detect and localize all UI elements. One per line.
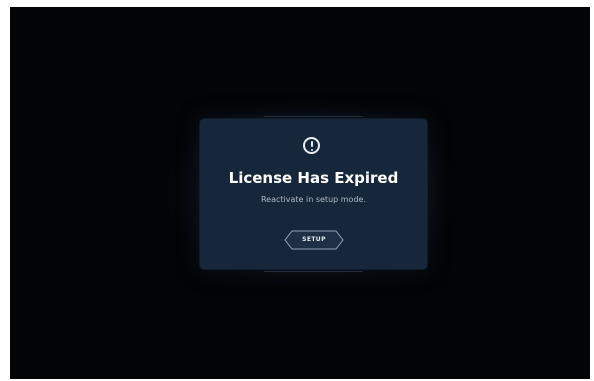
alert-circle-icon	[303, 137, 320, 154]
dialog-title: License Has Expired	[228, 169, 399, 187]
setup-button-label: SETUP	[302, 236, 326, 243]
screen: License Has Expired Reactivate in setup …	[10, 7, 590, 379]
dialog-message: Reactivate in setup mode.	[260, 195, 366, 204]
license-expired-dialog: License Has Expired Reactivate in setup …	[200, 116, 427, 272]
setup-button[interactable]: SETUP	[284, 230, 344, 250]
